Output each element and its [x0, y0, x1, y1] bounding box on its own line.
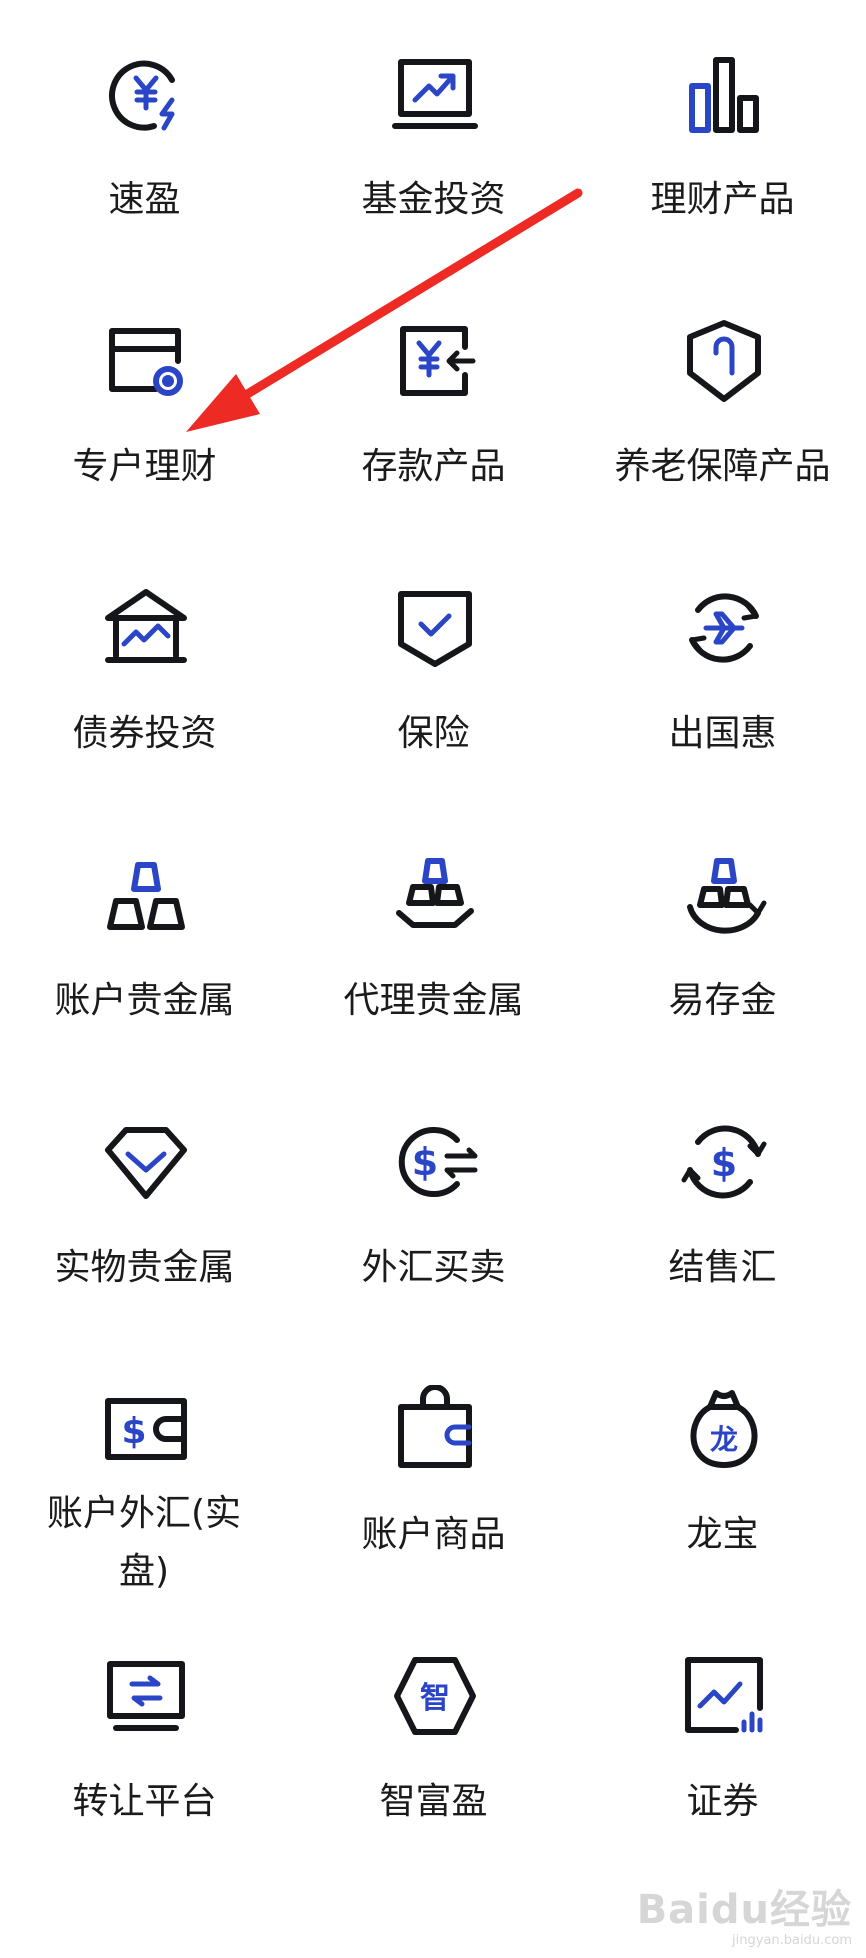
- product-item-account-metal[interactable]: 账户贵金属: [0, 801, 289, 1068]
- airplane-cycle-icon: [680, 584, 768, 672]
- hexagon-zhi-icon: 智: [391, 1652, 479, 1740]
- product-label: 龙宝: [686, 1514, 759, 1555]
- yuan-lightning-icon: [102, 50, 190, 138]
- product-item-securities[interactable]: 证券: [578, 1602, 866, 1869]
- svg-text:$: $: [711, 1141, 737, 1185]
- product-item-pension[interactable]: 养老保障产品: [578, 267, 866, 534]
- watermark-url: jingyan.baidu.com: [732, 1933, 852, 1948]
- product-label: 速盈: [108, 179, 181, 220]
- diamond-icon: [102, 1118, 190, 1206]
- gold-hand-icon: [391, 851, 479, 939]
- gold-cycle-icon: [680, 851, 768, 939]
- monitor-chart-icon: [391, 50, 479, 138]
- bar-chart-icon: [680, 50, 768, 138]
- watermark-logo: Baidu经验: [636, 1887, 852, 1933]
- product-label: 基金投资: [361, 179, 506, 220]
- product-label: 债券投资: [72, 713, 217, 754]
- product-item-forex[interactable]: $ 外汇买卖: [289, 1068, 578, 1335]
- product-label: 存款产品: [361, 446, 506, 487]
- svg-text:智: 智: [420, 1681, 450, 1716]
- product-label: 证券: [686, 1781, 759, 1822]
- product-label: 保险: [397, 713, 470, 754]
- product-label: 智富盈: [379, 1781, 488, 1822]
- shield-cane-icon: [680, 317, 768, 405]
- product-label: 养老保障产品: [614, 446, 831, 487]
- stock-chart-icon: [680, 1652, 768, 1740]
- product-label: 理财产品: [650, 179, 795, 220]
- dollar-cycle-icon: $: [680, 1118, 768, 1206]
- product-item-settlement[interactable]: $ 结售汇: [578, 1068, 866, 1335]
- shield-check-icon: [391, 584, 479, 672]
- product-item-deposit[interactable]: 存款产品: [289, 267, 578, 534]
- product-label: 账户商品: [361, 1514, 506, 1555]
- product-item-travel[interactable]: 出国惠: [578, 534, 866, 801]
- product-item-transfer[interactable]: 转让平台: [0, 1602, 289, 1869]
- product-item-longbao[interactable]: 龙 龙宝: [578, 1335, 866, 1602]
- dollar-wallet-icon: $: [102, 1385, 190, 1473]
- svg-text:$: $: [121, 1411, 146, 1452]
- product-item-zhuanhu[interactable]: 专户理财: [0, 267, 289, 534]
- product-item-commodity[interactable]: 账户商品: [289, 1335, 578, 1602]
- shopping-bag-icon: [391, 1385, 479, 1473]
- product-label: 出国惠: [668, 713, 777, 754]
- product-label: 账户贵金属: [54, 980, 235, 1021]
- svg-text:$: $: [412, 1140, 438, 1184]
- product-item-physical-metal[interactable]: 实物贵金属: [0, 1068, 289, 1335]
- monitor-transfer-icon: [102, 1652, 190, 1740]
- product-item-yicunjin[interactable]: 易存金: [578, 801, 866, 1068]
- yuan-deposit-icon: [391, 317, 479, 405]
- gold-bars-icon: [102, 851, 190, 939]
- product-item-wealth[interactable]: 理财产品: [578, 0, 866, 267]
- product-label: 实物贵金属: [54, 1247, 235, 1288]
- product-item-zhifuying[interactable]: 智 智富盈: [289, 1602, 578, 1869]
- card-coin-icon: [102, 317, 190, 405]
- product-label: 专户理财: [72, 446, 217, 487]
- product-item-agency-metal[interactable]: 代理贵金属: [289, 801, 578, 1068]
- product-item-account-forex[interactable]: $ 账户外汇(实盘): [0, 1335, 289, 1602]
- product-item-suying[interactable]: 速盈: [0, 0, 289, 267]
- svg-text:龙: 龙: [710, 1423, 738, 1456]
- product-item-bond[interactable]: 债券投资: [0, 534, 289, 801]
- product-label: 外汇买卖: [361, 1247, 506, 1288]
- dollar-exchange-icon: $: [391, 1118, 479, 1206]
- watermark: Baidu经验 jingyan.baidu.com: [637, 1877, 852, 1948]
- product-label: 结售汇: [668, 1247, 777, 1288]
- product-label: 易存金: [668, 980, 777, 1021]
- product-label: 转让平台: [72, 1781, 217, 1822]
- product-label: 代理贵金属: [343, 980, 524, 1021]
- product-label: 账户外汇(实盘): [46, 1493, 242, 1592]
- product-item-insurance[interactable]: 保险: [289, 534, 578, 801]
- product-grid: 速盈 基金投资 理财产品 专户理财 存款产品 养老保障产品 债券投资 保险 出国…: [0, 0, 866, 1958]
- money-bag-icon: 龙: [680, 1385, 768, 1473]
- product-item-fund[interactable]: 基金投资: [289, 0, 578, 267]
- bank-chart-icon: [102, 584, 190, 672]
